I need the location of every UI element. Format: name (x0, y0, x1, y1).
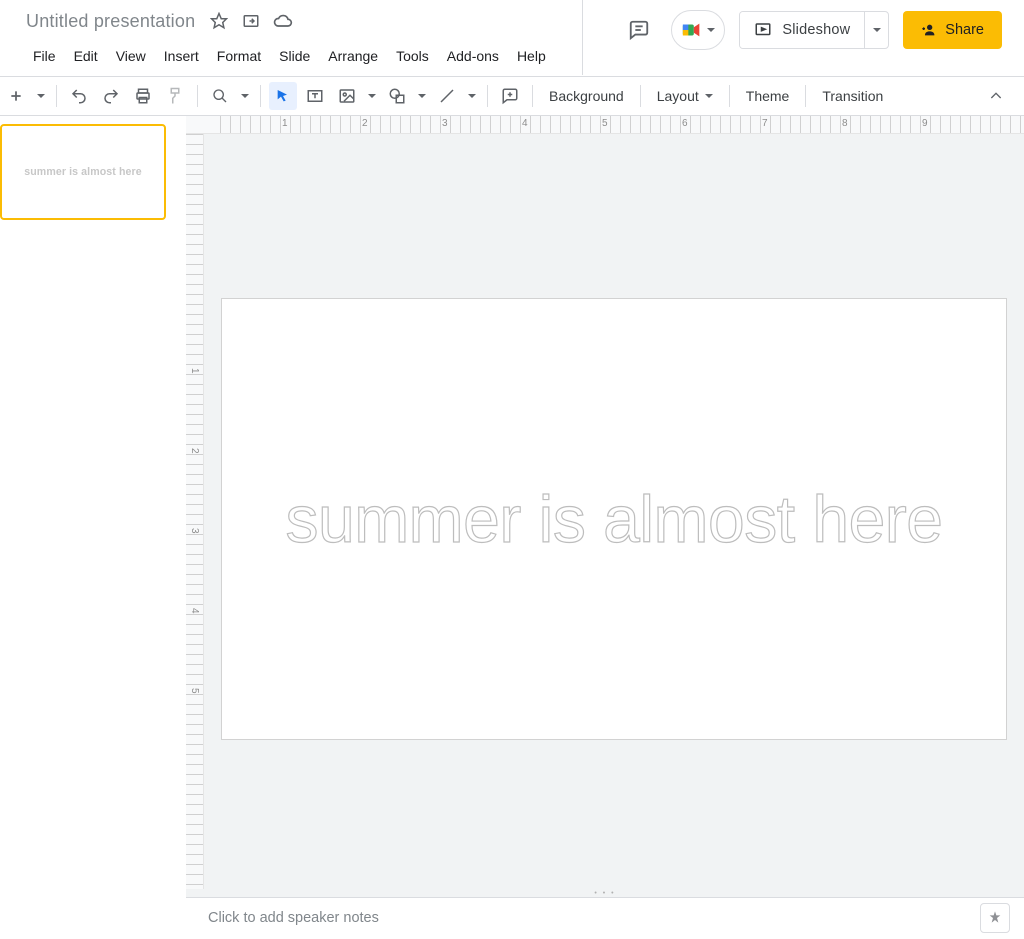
horizontal-ruler[interactable]: 1 2 3 4 5 6 7 8 9 (186, 116, 1024, 134)
line-tool[interactable] (433, 82, 461, 110)
background-button[interactable]: Background (539, 88, 634, 104)
collapse-toolbar-button[interactable] (976, 82, 1016, 110)
doc-title[interactable]: Untitled presentation (26, 11, 195, 32)
slide-wordart-text[interactable]: summer is almost here (285, 481, 942, 557)
menu-format[interactable]: Format (208, 44, 270, 68)
separator (532, 85, 533, 107)
chevron-down-icon (468, 94, 476, 98)
comments-icon[interactable] (621, 12, 657, 48)
ruler-h-tick: 3 (442, 118, 448, 129)
notes-drag-handle[interactable]: • • • (186, 889, 1024, 897)
shape-tool[interactable] (383, 82, 411, 110)
ruler-h-tick: 9 (922, 118, 928, 129)
zoom-dropdown[interactable] (238, 82, 252, 110)
person-add-icon (921, 22, 937, 38)
new-slide-button[interactable] (2, 82, 30, 110)
thumbnail-panel: summer is almost here (0, 116, 186, 939)
thumbnail-text: summer is almost here (24, 166, 142, 178)
menu-view[interactable]: View (107, 44, 155, 68)
transition-button[interactable]: Transition (812, 88, 893, 104)
present-icon (754, 21, 772, 39)
separator (640, 85, 641, 107)
line-dropdown[interactable] (465, 82, 479, 110)
comment-tool[interactable] (496, 82, 524, 110)
menu-help[interactable]: Help (508, 44, 555, 68)
menu-slide[interactable]: Slide (270, 44, 319, 68)
paint-format-button[interactable] (161, 82, 189, 110)
undo-button[interactable] (65, 82, 93, 110)
textbox-tool[interactable] (301, 82, 329, 110)
ruler-v-tick: 3 (189, 528, 200, 534)
ruler-h-tick: 7 (762, 118, 768, 129)
separator (56, 85, 57, 107)
slideshow-button[interactable]: Slideshow (740, 12, 864, 48)
redo-button[interactable] (97, 82, 125, 110)
menu-arrange[interactable]: Arrange (319, 44, 387, 68)
meet-button[interactable] (671, 10, 725, 50)
separator (260, 85, 261, 107)
ruler-h-tick: 1 (282, 118, 288, 129)
chevron-down-icon (705, 94, 713, 98)
chevron-down-icon (873, 28, 881, 32)
vertical-ruler[interactable]: 1 2 3 4 5 (186, 134, 204, 889)
zoom-button[interactable] (206, 82, 234, 110)
menu-insert[interactable]: Insert (155, 44, 208, 68)
shape-dropdown[interactable] (415, 82, 429, 110)
ruler-h-tick: 6 (682, 118, 688, 129)
star-icon[interactable] (209, 11, 229, 31)
theme-button[interactable]: Theme (736, 88, 800, 104)
separator (805, 85, 806, 107)
image-dropdown[interactable] (365, 82, 379, 110)
layout-button[interactable]: Layout (647, 88, 723, 104)
chevron-down-icon (241, 94, 249, 98)
ruler-v-tick: 1 (189, 368, 200, 374)
chevron-down-icon (368, 94, 376, 98)
new-slide-dropdown[interactable] (34, 82, 48, 110)
print-button[interactable] (129, 82, 157, 110)
share-button[interactable]: Share (903, 11, 1002, 49)
ruler-v-tick: 4 (189, 608, 200, 614)
separator (729, 85, 730, 107)
speaker-notes[interactable]: Click to add speaker notes (186, 897, 1024, 939)
cloud-status-icon[interactable] (273, 11, 293, 31)
meet-caret-icon (707, 28, 715, 32)
ruler-h-tick: 4 (522, 118, 528, 129)
header-divider (582, 0, 583, 75)
image-tool[interactable] (333, 82, 361, 110)
canvas-area[interactable]: summer is almost here (204, 134, 1024, 889)
slide-canvas[interactable]: summer is almost here (221, 298, 1007, 740)
toolbar: Background Layout Theme Transition (0, 76, 1024, 116)
separator (197, 85, 198, 107)
slideshow-label: Slideshow (782, 22, 850, 38)
separator (487, 85, 488, 107)
share-label: Share (945, 22, 984, 38)
menu-tools[interactable]: Tools (387, 44, 438, 68)
menu-edit[interactable]: Edit (65, 44, 107, 68)
ruler-v-tick: 5 (189, 688, 200, 694)
select-tool[interactable] (269, 82, 297, 110)
ruler-h-tick: 2 (362, 118, 368, 129)
chevron-down-icon (418, 94, 426, 98)
layout-label: Layout (657, 88, 699, 104)
ruler-h-tick: 8 (842, 118, 848, 129)
slideshow-dropdown[interactable] (864, 12, 888, 48)
move-icon[interactable] (241, 11, 261, 31)
ruler-v-tick: 2 (189, 448, 200, 454)
menu-addons[interactable]: Add-ons (438, 44, 508, 68)
ruler-h-tick: 5 (602, 118, 608, 129)
chevron-down-icon (37, 94, 45, 98)
slide-thumbnail[interactable]: summer is almost here (0, 124, 166, 220)
explore-button[interactable] (980, 903, 1010, 933)
menu-file[interactable]: File (24, 44, 65, 68)
